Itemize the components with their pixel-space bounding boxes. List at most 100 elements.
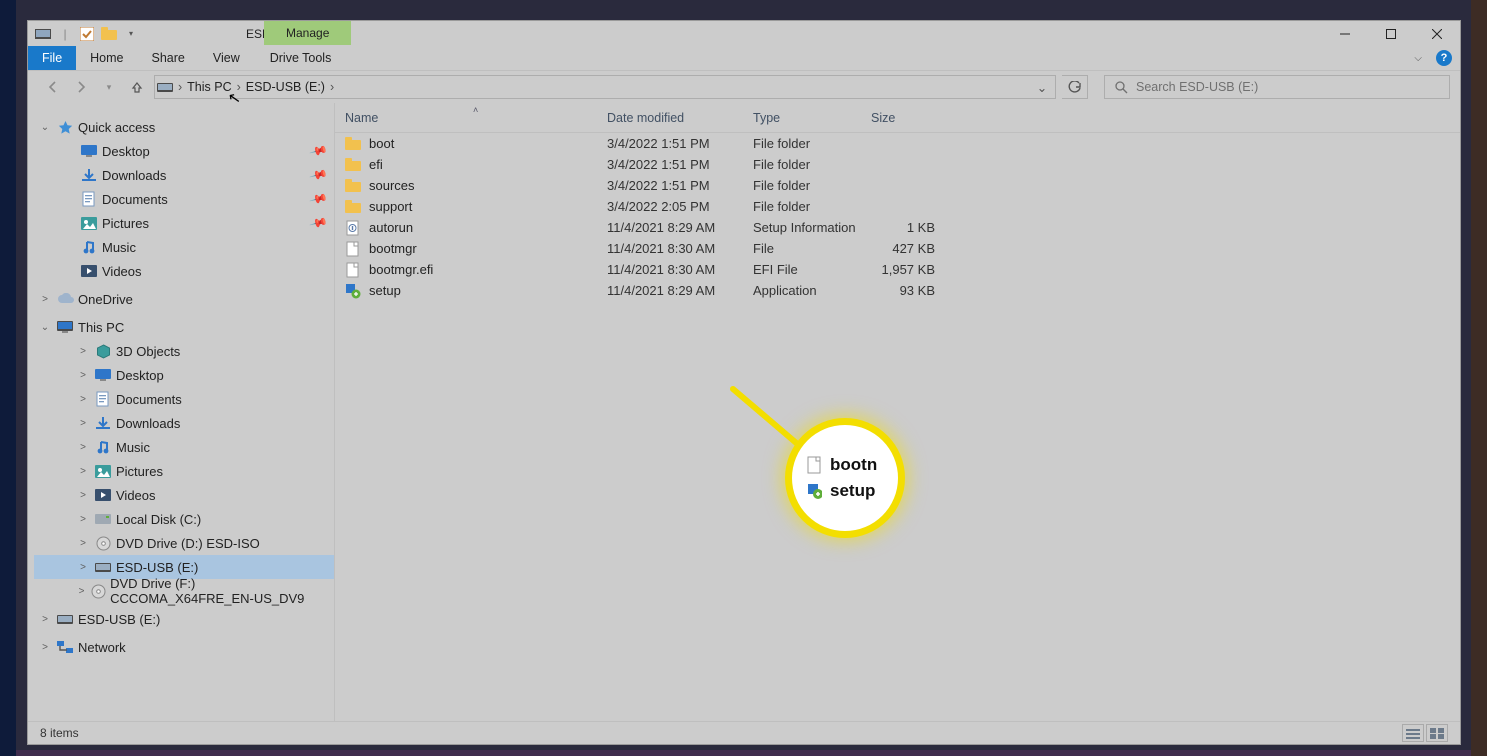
tree-label: Downloads xyxy=(116,416,180,431)
breadcrumb-sep-icon[interactable]: › xyxy=(234,80,244,94)
chevron-icon[interactable]: > xyxy=(76,346,90,357)
chevron-icon[interactable]: > xyxy=(76,442,90,453)
tree-item[interactable]: >OneDrive xyxy=(34,287,334,311)
column-size[interactable]: Size xyxy=(861,103,945,132)
nav-forward-button[interactable] xyxy=(70,76,92,98)
chevron-icon[interactable]: > xyxy=(76,418,90,429)
chevron-icon[interactable]: > xyxy=(76,466,90,477)
refresh-button[interactable] xyxy=(1062,75,1088,99)
nav-bar: ▾ › This PC › ESD-USB (E:) › ⌄ Search ES… xyxy=(28,70,1460,103)
view-large-button[interactable] xyxy=(1426,724,1448,742)
chevron-icon[interactable]: > xyxy=(38,294,52,305)
close-button[interactable] xyxy=(1414,21,1460,46)
breadcrumb-current[interactable]: ESD-USB (E:) xyxy=(246,80,325,94)
tree-item[interactable]: Videos xyxy=(34,259,334,283)
minimize-button[interactable] xyxy=(1322,21,1368,46)
chevron-icon[interactable]: ⌄ xyxy=(38,322,52,333)
chevron-icon[interactable]: > xyxy=(38,642,52,653)
tab-share[interactable]: Share xyxy=(138,46,199,70)
chevron-icon[interactable]: > xyxy=(76,562,90,573)
folder-icon xyxy=(345,157,361,173)
ribbon-context-group[interactable]: Manage xyxy=(264,21,351,45)
chevron-icon[interactable]: > xyxy=(76,538,90,549)
ribbon-collapse-icon[interactable]: ⌵ xyxy=(1414,53,1422,64)
breadcrumb-sep-icon[interactable]: › xyxy=(175,80,185,94)
tree-item[interactable]: Desktop📌 xyxy=(34,139,334,163)
app-icon xyxy=(34,25,52,43)
tab-drive-tools[interactable]: Drive Tools xyxy=(254,46,348,70)
address-bar[interactable]: › This PC › ESD-USB (E:) › ⌄ xyxy=(154,75,1056,99)
chevron-icon[interactable]: > xyxy=(38,614,52,625)
tab-home[interactable]: Home xyxy=(76,46,137,70)
file-row[interactable]: autorun11/4/2021 8:29 AMSetup Informatio… xyxy=(335,217,1460,238)
folder-icon xyxy=(345,199,361,215)
tree-item[interactable]: Downloads📌 xyxy=(34,163,334,187)
view-details-button[interactable] xyxy=(1402,724,1424,742)
tree-item[interactable]: ⌄Quick access xyxy=(34,115,334,139)
usb-icon xyxy=(94,559,112,575)
chevron-icon[interactable]: > xyxy=(76,370,90,381)
tree-item[interactable]: >Music xyxy=(34,435,334,459)
qat-customize-icon[interactable]: ▾ xyxy=(122,25,140,43)
chevron-icon[interactable]: > xyxy=(76,490,90,501)
tree-item[interactable]: >Local Disk (C:) xyxy=(34,507,334,531)
tree-item[interactable]: >DVD Drive (F:) CCCOMA_X64FRE_EN-US_DV9 xyxy=(34,579,334,603)
search-box[interactable]: Search ESD-USB (E:) xyxy=(1104,75,1450,99)
file-row[interactable]: bootmgr11/4/2021 8:30 AMFile427 KB xyxy=(335,238,1460,259)
search-placeholder: Search ESD-USB (E:) xyxy=(1136,80,1258,94)
tree-item[interactable]: Documents📌 xyxy=(34,187,334,211)
tree-item[interactable]: > Downloads xyxy=(34,411,334,435)
tree-item[interactable]: Music xyxy=(34,235,334,259)
nav-back-button[interactable] xyxy=(42,76,64,98)
tab-file[interactable]: File xyxy=(28,46,76,70)
tab-view[interactable]: View xyxy=(199,46,254,70)
tree-item[interactable]: >DVD Drive (D:) ESD-ISO xyxy=(34,531,334,555)
address-drive-icon xyxy=(157,79,173,95)
chevron-icon[interactable]: > xyxy=(76,586,87,597)
callout-line-setup: setup xyxy=(806,481,898,501)
folder-icon xyxy=(345,178,361,194)
quick-access-toolbar: | ▾ xyxy=(28,25,146,43)
tree-item[interactable]: Pictures📌 xyxy=(34,211,334,235)
chevron-icon[interactable]: > xyxy=(76,514,90,525)
breadcrumb-sep-icon[interactable]: › xyxy=(327,80,337,94)
tree-item[interactable]: >Desktop xyxy=(34,363,334,387)
tree-item[interactable]: >Pictures xyxy=(34,459,334,483)
chevron-icon[interactable]: > xyxy=(76,394,90,405)
pics-icon xyxy=(94,463,112,479)
file-row[interactable]: bootmgr.efi11/4/2021 8:30 AMEFI File1,95… xyxy=(335,259,1460,280)
tree-item[interactable]: >Videos xyxy=(34,483,334,507)
nav-up-button[interactable] xyxy=(126,76,148,98)
file-row[interactable]: efi3/4/2022 1:51 PMFile folder xyxy=(335,154,1460,175)
navigation-pane[interactable]: ⌄Quick accessDesktop📌Downloads📌Documents… xyxy=(28,103,335,723)
qat-properties-icon[interactable] xyxy=(78,25,96,43)
help-icon[interactable]: ? xyxy=(1436,50,1452,66)
tree-item[interactable]: >ESD-USB (E:) xyxy=(34,607,334,631)
pin-icon: 📌 xyxy=(309,141,329,161)
maximize-button[interactable] xyxy=(1368,21,1414,46)
tree-item[interactable]: >Documents xyxy=(34,387,334,411)
qat-separator: | xyxy=(56,25,74,43)
column-name[interactable]: Name xyxy=(335,103,597,132)
address-history-dropdown[interactable]: ⌄ xyxy=(1031,80,1053,95)
column-date[interactable]: Date modified xyxy=(597,103,743,132)
file-row[interactable]: setup11/4/2021 8:29 AMApplication93 KB xyxy=(335,280,1460,301)
nav-recent-dropdown[interactable]: ▾ xyxy=(98,76,120,98)
breadcrumb-this-pc[interactable]: This PC xyxy=(187,80,231,94)
qat-newfolder-icon[interactable] xyxy=(100,25,118,43)
tree-item[interactable]: ⌄This PC xyxy=(34,315,334,339)
file-row[interactable]: sources3/4/2022 1:51 PMFile folder xyxy=(335,175,1460,196)
file-date: 11/4/2021 8:29 AM xyxy=(597,220,743,235)
file-row[interactable]: support3/4/2022 2:05 PMFile folder xyxy=(335,196,1460,217)
usb-icon xyxy=(56,611,74,627)
file-name: setup xyxy=(369,283,401,298)
tree-item[interactable]: >3D Objects xyxy=(34,339,334,363)
file-rows: boot3/4/2022 1:51 PMFile folderefi3/4/20… xyxy=(335,133,1460,301)
file-name: autorun xyxy=(369,220,413,235)
tree-item[interactable]: >Network xyxy=(34,635,334,659)
file-row[interactable]: boot3/4/2022 1:51 PMFile folder xyxy=(335,133,1460,154)
chevron-icon[interactable]: ⌄ xyxy=(38,122,52,133)
file-list-pane[interactable]: ˄ Name Date modified Type Size boot3/4/2… xyxy=(335,103,1460,723)
column-type[interactable]: Type xyxy=(743,103,861,132)
star-icon xyxy=(56,119,74,135)
